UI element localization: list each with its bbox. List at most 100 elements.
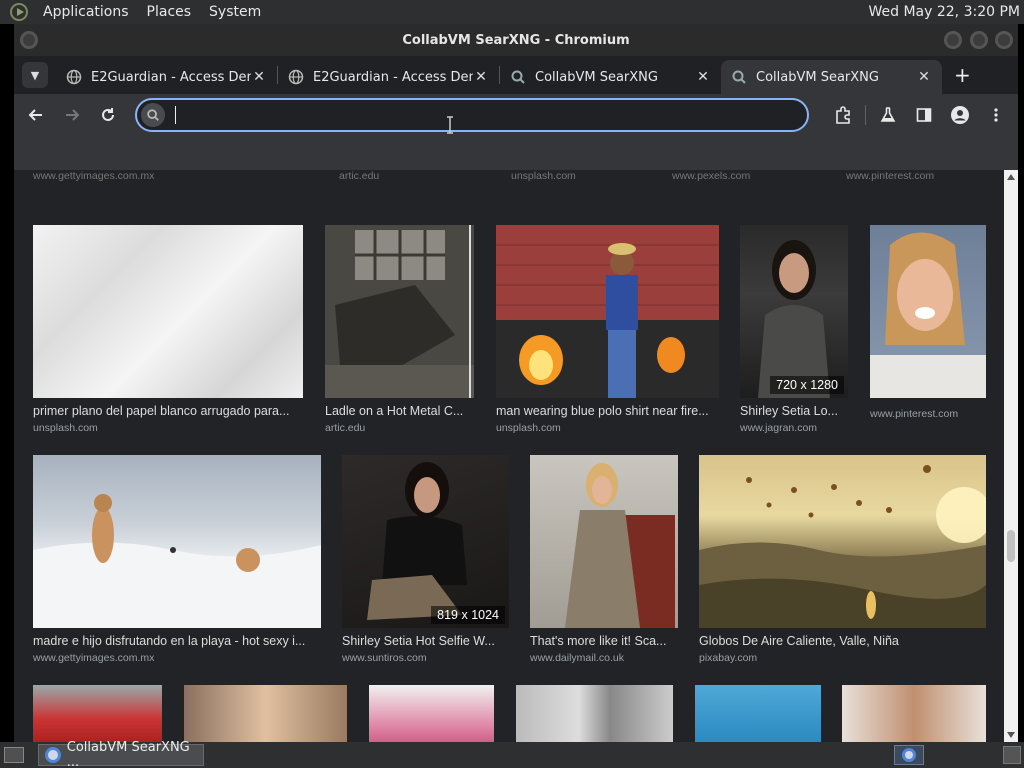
profile-icon[interactable] <box>946 101 974 129</box>
result-caption[interactable]: Shirley Setia Lo... <box>740 404 848 418</box>
result-source[interactable]: pixabay.com <box>699 652 986 664</box>
window-menu-button[interactable] <box>20 31 38 49</box>
applications-menu[interactable]: Applications <box>34 4 138 20</box>
window-titlebar[interactable]: CollabVM SearXNG - Chromium <box>14 24 1018 56</box>
result-image[interactable] <box>870 225 986 398</box>
result-card[interactable] <box>695 685 821 742</box>
result-image[interactable] <box>695 685 821 742</box>
result-card[interactable] <box>842 685 986 742</box>
result-card[interactable]: primer plano del papel blanco arrugado p… <box>33 225 303 434</box>
scroll-down-arrow-icon[interactable] <box>1007 732 1015 738</box>
result-source[interactable]: unsplash.com <box>496 422 719 434</box>
result-image[interactable] <box>530 455 678 628</box>
maximize-button[interactable] <box>970 31 988 49</box>
result-image[interactable] <box>33 455 321 628</box>
close-tab-icon[interactable]: ✕ <box>473 69 489 85</box>
page-scrollbar[interactable] <box>1004 170 1018 742</box>
new-tab-plus-icon[interactable]: + <box>954 63 971 87</box>
scrollbar-thumb[interactable] <box>1007 530 1015 562</box>
result-source-partial[interactable]: www.pexels.com <box>672 170 750 182</box>
panel-clock[interactable]: Wed May 22, 3:20 PM <box>869 4 1021 20</box>
result-image[interactable] <box>516 685 673 742</box>
result-caption[interactable]: Shirley Setia Hot Selfie W... <box>342 634 509 648</box>
taskbar-window-button[interactable]: CollabVM SearXNG ... <box>38 740 204 768</box>
result-image[interactable] <box>184 685 347 742</box>
searxng-icon <box>731 69 747 85</box>
tab-e2guardian-1[interactable]: E2Guardian - Access Denied ✕ <box>56 60 277 94</box>
result-card[interactable]: madre e hijo disfrutando en la playa - h… <box>33 455 321 664</box>
show-desktop-icon[interactable] <box>4 747 24 763</box>
result-caption[interactable]: madre e hijo disfrutando en la playa - h… <box>33 634 321 648</box>
result-image[interactable]: 819 x 1024 <box>342 455 509 628</box>
close-window-button[interactable] <box>995 31 1013 49</box>
tab-searxng-1[interactable]: CollabVM SearXNG ✕ <box>500 60 721 94</box>
minimize-button[interactable] <box>944 31 962 49</box>
result-card[interactable] <box>33 685 162 742</box>
result-card[interactable]: man wearing blue polo shirt near fire...… <box>496 225 719 434</box>
searxng-icon[interactable] <box>141 103 165 127</box>
result-image[interactable] <box>33 225 303 398</box>
result-source-partial[interactable]: unsplash.com <box>511 170 576 182</box>
scroll-up-arrow-icon[interactable] <box>1007 174 1015 180</box>
result-source-partial[interactable]: www.gettyimages.com.mx <box>33 170 154 182</box>
result-image[interactable] <box>369 685 494 742</box>
result-source[interactable]: artic.edu <box>325 422 474 434</box>
result-caption[interactable]: primer plano del papel blanco arrugado p… <box>33 404 303 418</box>
result-source-partial[interactable]: artic.edu <box>339 170 379 182</box>
result-caption[interactable]: man wearing blue polo shirt near fire... <box>496 404 719 418</box>
tab-label: CollabVM SearXNG <box>756 69 879 85</box>
result-source[interactable]: www.jagran.com <box>740 422 848 434</box>
back-arrow-icon[interactable] <box>22 101 50 129</box>
tab-label: E2Guardian - Access Denied <box>313 69 473 85</box>
result-card[interactable]: Ladle on a Hot Metal C... artic.edu <box>325 225 474 434</box>
result-card[interactable]: www.pinterest.com <box>870 225 986 420</box>
address-bar[interactable] <box>135 98 809 132</box>
tab-searxng-active[interactable]: CollabVM SearXNG ✕ <box>721 60 942 94</box>
result-card[interactable]: That's more like it! Sca... www.dailymai… <box>530 455 678 664</box>
text-cursor-icon <box>447 116 453 134</box>
result-image[interactable] <box>842 685 986 742</box>
close-tab-icon[interactable]: ✕ <box>251 69 267 85</box>
address-input[interactable] <box>178 107 807 123</box>
labs-flask-icon[interactable] <box>874 101 902 129</box>
result-card[interactable]: Globos De Aire Caliente, Valle, Niña pix… <box>699 455 986 664</box>
result-card[interactable]: 720 x 1280 Shirley Setia Lo... www.jagra… <box>740 225 848 434</box>
browser-toolbar <box>14 94 1018 136</box>
globe-icon <box>66 69 82 85</box>
result-image[interactable] <box>33 685 162 742</box>
result-image[interactable] <box>325 225 474 398</box>
result-card[interactable] <box>184 685 347 742</box>
result-image[interactable]: 720 x 1280 <box>740 225 848 398</box>
result-image[interactable] <box>496 225 719 398</box>
result-source[interactable]: www.gettyimages.com.mx <box>33 652 321 664</box>
result-image[interactable] <box>699 455 986 628</box>
result-card[interactable] <box>369 685 494 742</box>
reload-icon[interactable] <box>94 101 122 129</box>
extensions-icon[interactable] <box>829 101 857 129</box>
result-source-partial[interactable]: www.pinterest.com <box>846 170 934 182</box>
result-card[interactable] <box>516 685 673 742</box>
toolbar-divider <box>865 105 866 125</box>
forward-arrow-icon[interactable] <box>58 101 86 129</box>
result-caption[interactable]: Globos De Aire Caliente, Valle, Niña <box>699 634 986 648</box>
system-menu[interactable]: System <box>200 4 270 20</box>
result-card[interactable]: 819 x 1024 Shirley Setia Hot Selfie W...… <box>342 455 509 664</box>
places-menu[interactable]: Places <box>138 4 201 20</box>
chromium-icon <box>902 748 916 762</box>
result-source[interactable]: www.pinterest.com <box>870 408 986 420</box>
distro-logo-icon[interactable] <box>10 3 28 21</box>
kebab-menu-icon[interactable] <box>982 101 1010 129</box>
tab-search-button[interactable]: ▼ <box>22 62 48 88</box>
trash-icon[interactable] <box>1003 746 1021 764</box>
tab-e2guardian-2[interactable]: E2Guardian - Access Denied ✕ <box>278 60 499 94</box>
result-caption[interactable]: That's more like it! Sca... <box>530 634 678 648</box>
workspace-switcher[interactable] <box>894 745 924 765</box>
result-caption[interactable]: Ladle on a Hot Metal C... <box>325 404 474 418</box>
result-source[interactable]: unsplash.com <box>33 422 303 434</box>
side-panel-icon[interactable] <box>910 101 938 129</box>
result-source[interactable]: www.suntiros.com <box>342 652 509 664</box>
result-source[interactable]: www.dailymail.co.uk <box>530 652 678 664</box>
close-tab-icon[interactable]: ✕ <box>916 69 932 85</box>
tab-label: E2Guardian - Access Denied <box>91 69 251 85</box>
close-tab-icon[interactable]: ✕ <box>695 69 711 85</box>
